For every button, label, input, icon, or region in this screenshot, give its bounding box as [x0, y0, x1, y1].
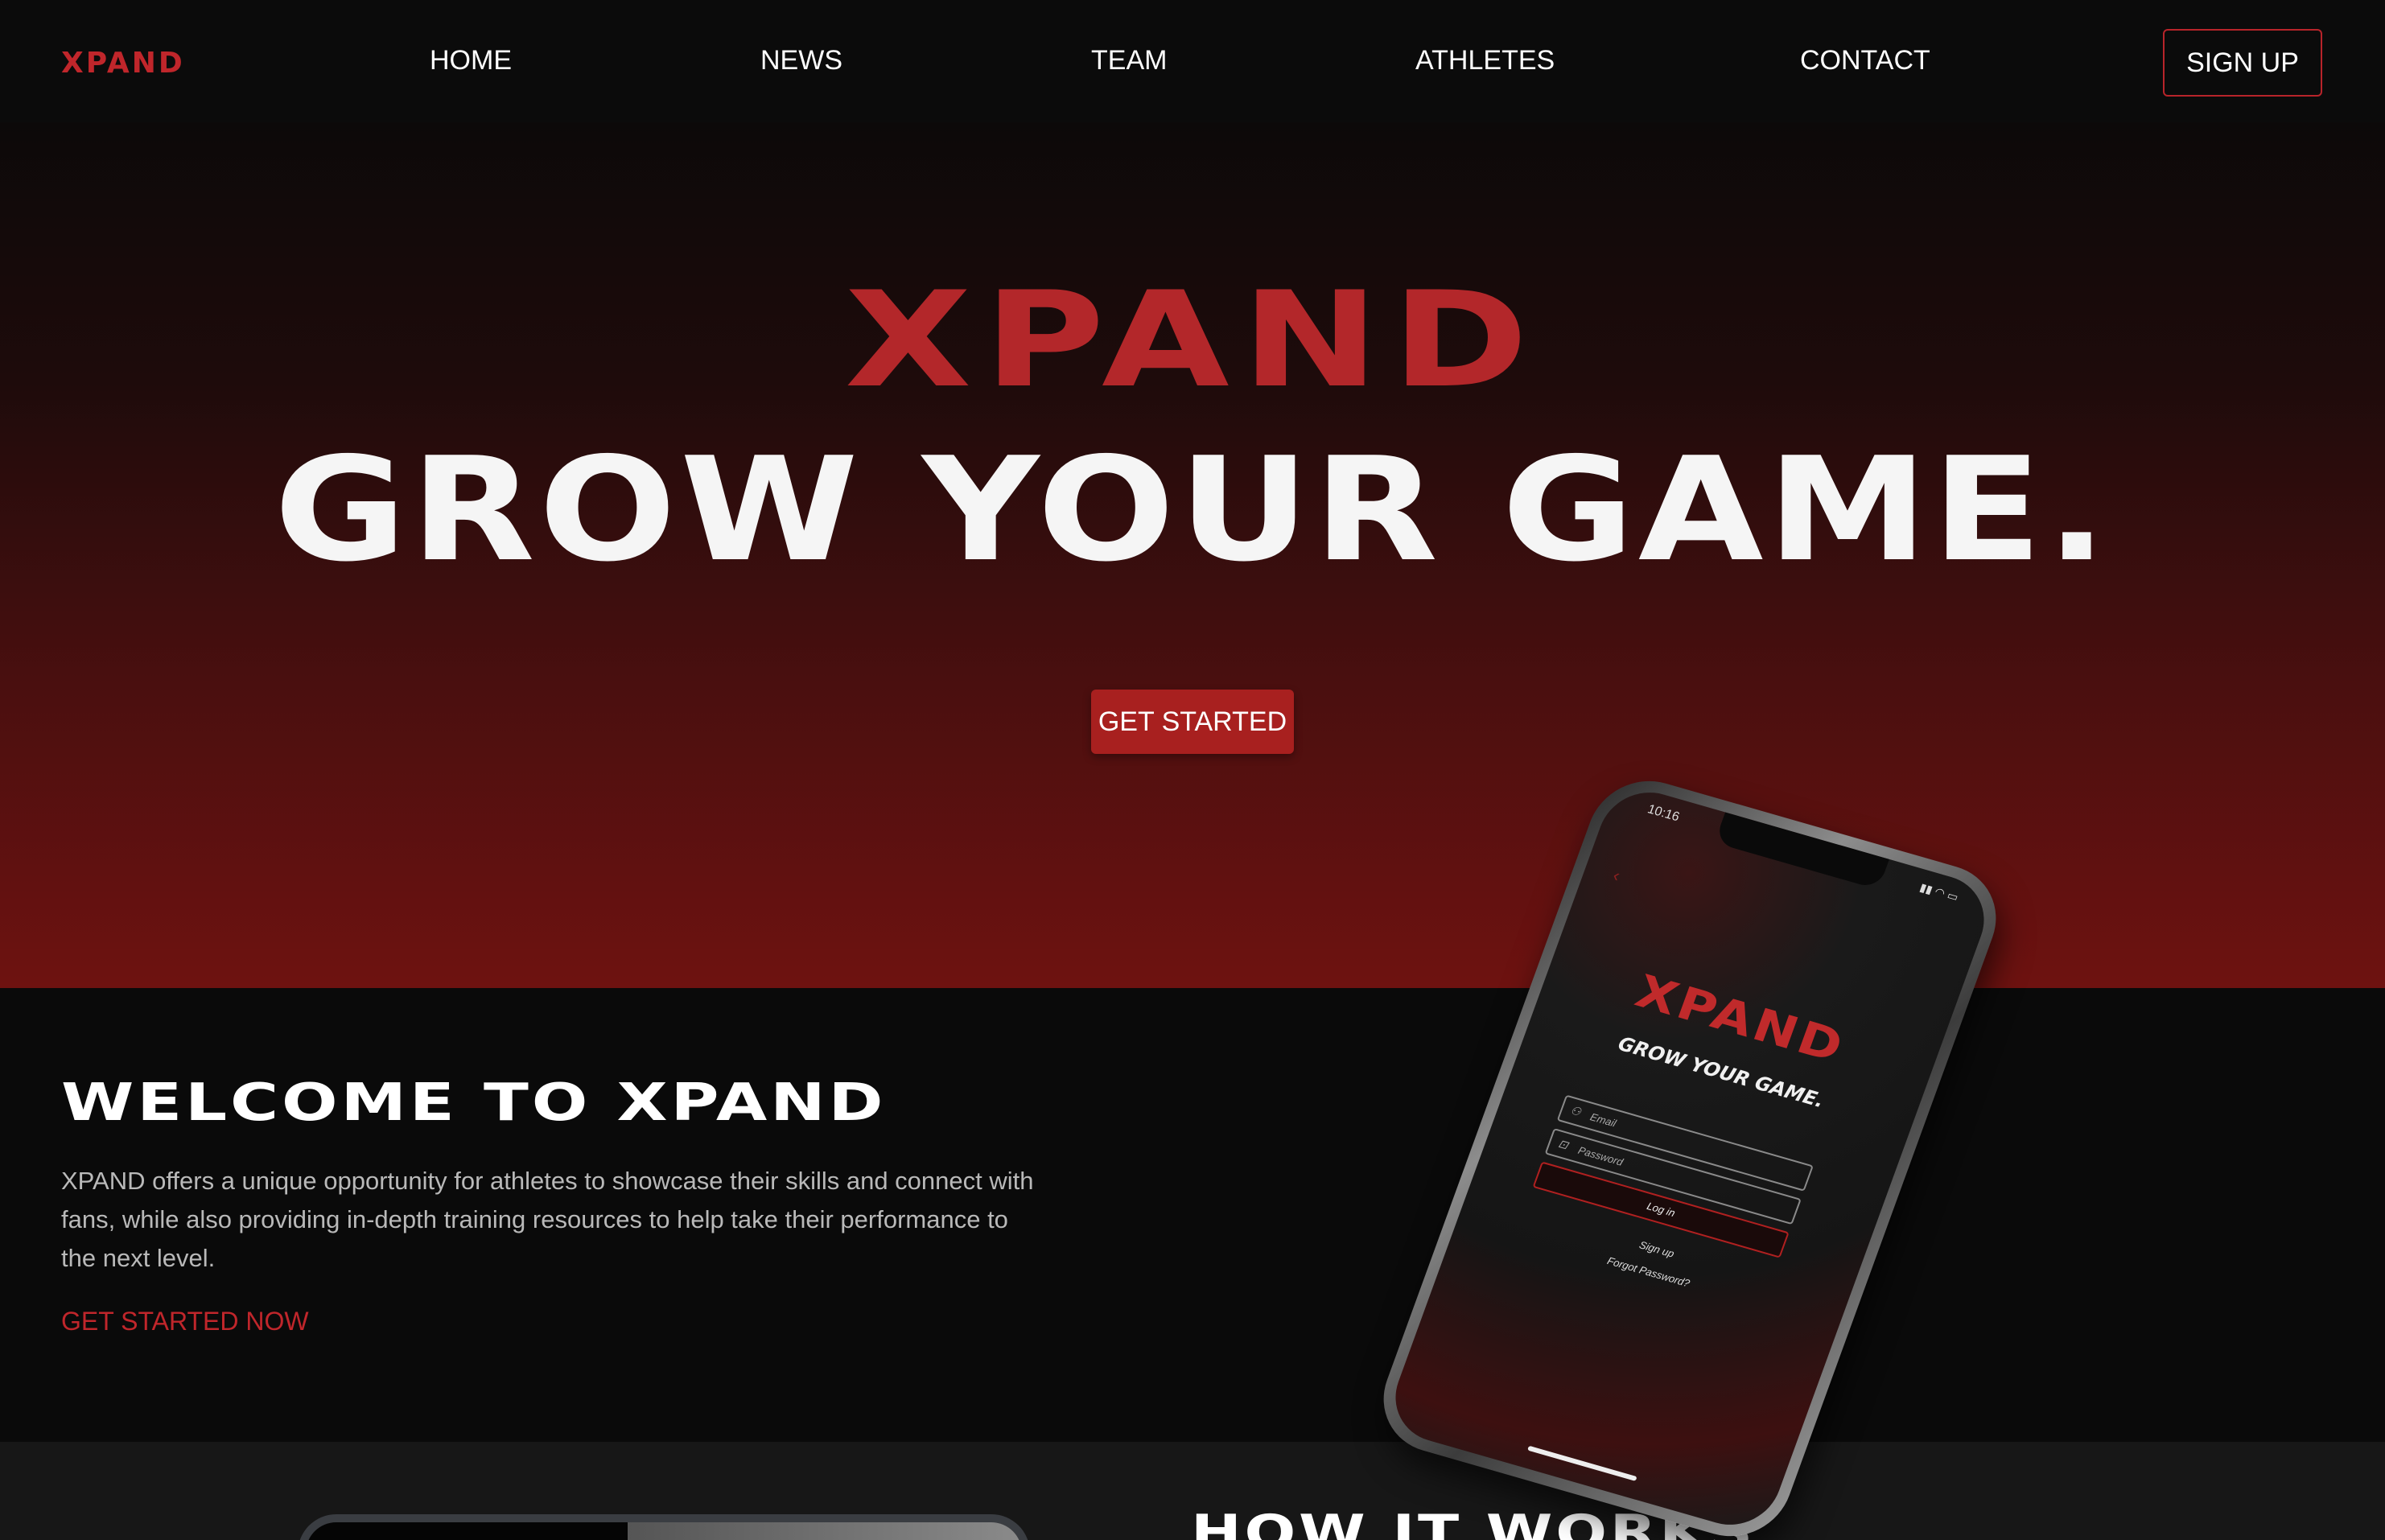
nav-link-team[interactable]: TEAM — [1091, 45, 1167, 76]
top-nav: XPAND HOME NEWS TEAM ATHLETES CONTACT SI… — [0, 0, 2385, 122]
phone-mockup-secondary — [298, 1514, 1030, 1540]
signup-button[interactable]: SIGN UP — [2163, 29, 2322, 97]
phone-screen-image — [628, 1522, 1022, 1540]
home-indicator — [1527, 1445, 1637, 1481]
nav-link-news[interactable]: NEWS — [760, 45, 842, 76]
how-it-works-section: HOW IT WORKS — [0, 1442, 2385, 1540]
hero-logo: XPAND — [844, 263, 1541, 417]
hero-title: GROW YOUR GAME. — [274, 426, 2111, 593]
get-started-button[interactable]: GET STARTED — [1091, 690, 1294, 754]
nav-logo[interactable]: XPAND — [61, 47, 185, 80]
get-started-now-link[interactable]: GET STARTED NOW — [61, 1307, 309, 1336]
back-chevron-icon: ‹ — [1610, 865, 1623, 886]
welcome-title: WELCOME TO XPAND — [61, 1073, 887, 1133]
nav-link-home[interactable]: HOME — [430, 45, 512, 76]
app-forgot-password-link: Forgot Password? — [1605, 1254, 1692, 1290]
welcome-description: XPAND offers a unique opportunity for at… — [61, 1167, 1034, 1272]
status-icons: ▮▮ ◠ ▭ — [1917, 880, 1961, 904]
status-time: 10:16 — [1646, 802, 1682, 825]
hero-section: XPAND GROW YOUR GAME. GET STARTED — [0, 122, 2385, 988]
welcome-section: WELCOME TO XPAND XPAND offers a unique o… — [0, 988, 2385, 1442]
user-icon: ⚇ — [1568, 1103, 1584, 1118]
nav-link-contact[interactable]: CONTACT — [1800, 45, 1930, 76]
nav-link-athletes[interactable]: ATHLETES — [1415, 45, 1555, 76]
lock-icon: ⊡ — [1556, 1136, 1571, 1152]
app-password-placeholder: Password — [1576, 1143, 1625, 1168]
app-email-placeholder: Email — [1588, 1110, 1618, 1130]
